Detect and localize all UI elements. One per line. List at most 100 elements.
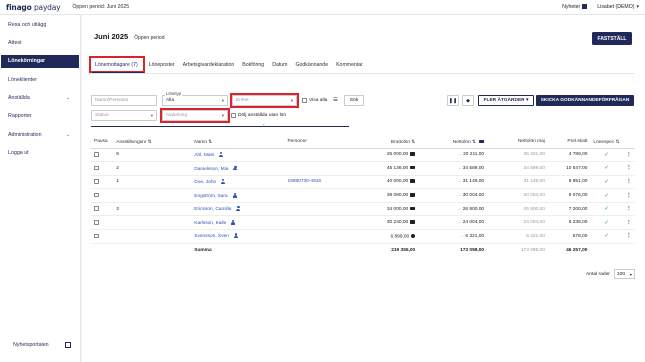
payroll-type-select[interactable]: Alla ▾ (162, 95, 228, 106)
news-icon (582, 4, 588, 10)
sidebar-item-resa[interactable]: Resa och utlägg (0, 18, 80, 31)
personnr (284, 202, 376, 217)
check-icon: ✓ (604, 192, 609, 199)
net-salary: 6 321,00 (465, 233, 485, 239)
more-options-icon[interactable]: ⋮ (626, 152, 632, 158)
net-salary-may: 31 149,00 (487, 175, 548, 190)
check-icon: ✓ (604, 165, 609, 172)
tab-godkannande[interactable]: Godkännande (291, 60, 332, 70)
news-portal-link[interactable]: Nyhetsportalen (13, 342, 71, 348)
more-options-icon[interactable]: ⋮ (626, 220, 632, 226)
pause-checkbox[interactable] (94, 206, 99, 211)
net-salary: 24 004,00 (462, 220, 485, 226)
gross-salary: 30 240,00 (386, 220, 409, 226)
pause-checkbox[interactable] (94, 233, 99, 239)
employee-name[interactable]: Engström, Sara (194, 193, 227, 198)
pause-checkbox[interactable] (94, 179, 99, 184)
tag-icon[interactable]: ◆ (462, 95, 474, 106)
table-row[interactable]: Svensson, Sven 6 899,00 → 6 321,00 6 321… (91, 229, 635, 244)
pause-checkbox[interactable] (94, 220, 99, 225)
table-row[interactable]: 2 Danielsson, Mia 45 136,00 → 34 589,00 … (91, 161, 635, 176)
col-personnr[interactable]: Personnr (284, 136, 376, 149)
sum-net-may: 173 098,00 (520, 247, 545, 253)
status-select[interactable]: Status ▾ (91, 110, 157, 121)
col-namn[interactable]: Namn ⇅ (191, 136, 285, 149)
gross-salary: 38 080,00 (386, 193, 409, 199)
table-header-row: Pausa Anställningsnr ⇅ Namn ⇅ Personnr B… (91, 136, 635, 149)
search-button[interactable]: Sök (344, 95, 364, 106)
highlight-box (89, 56, 145, 73)
sidebar-item-administration[interactable]: Administration ⌄ (0, 128, 80, 141)
more-options-icon[interactable]: ⋮ (626, 179, 632, 185)
top-bar: finago payday Öppen period: Juni 2025 Ny… (0, 0, 645, 15)
cash-icon (410, 165, 416, 170)
sidebar-item-rapporter[interactable]: Rapporter (0, 110, 80, 123)
pause-checkbox[interactable] (94, 165, 99, 171)
personnr[interactable]: 19950730-4916 (284, 175, 376, 190)
sidebar-item-anstallda[interactable]: Anställda ⌄ (0, 92, 80, 105)
sum-tax: 46 257,00 (566, 247, 588, 253)
more-options-icon[interactable]: ⋮ (626, 233, 632, 239)
hide-no-salary-label: Dölj anställda utan lön (238, 113, 287, 118)
employee-name[interactable]: Ericsson, Camilla (194, 207, 231, 212)
more-actions-button[interactable]: FLER ÅTGÄRDER ▾ (478, 95, 534, 106)
hide-no-salary-checkbox[interactable] (231, 113, 236, 118)
sidebar-item-loneklienter[interactable]: Löneklienter (0, 73, 80, 86)
highlight-box (230, 93, 299, 108)
table-row[interactable]: Engström, Sara 38 080,00 → 30 004,00 30 … (91, 188, 635, 203)
pause-icon[interactable]: ❚❚ (447, 95, 459, 106)
personnr (284, 161, 376, 176)
person-icon (231, 219, 236, 225)
tab-loneposter[interactable]: Löneposter (145, 60, 179, 70)
employee-name[interactable]: Danielsson, Mia (194, 166, 228, 171)
user-menu[interactable]: Lisabet (DEMO) ▾ (597, 4, 639, 10)
employee-number: 1 (113, 175, 192, 190)
col-bruttolon[interactable]: Bruttolön ⇅ (375, 136, 419, 149)
sidebar-item-lonekorningar[interactable]: Lönekörningar (1, 54, 79, 68)
col-pausa[interactable]: Pausa (91, 136, 114, 149)
tab-bokforing[interactable]: Bokföring (238, 60, 268, 70)
table-row[interactable]: 3 Ericsson, Camilla 34 000,00 → 26 800,0… (91, 202, 635, 217)
pause-checkbox[interactable] (94, 152, 99, 157)
more-options-icon[interactable]: ⋮ (626, 206, 632, 212)
employee-name[interactable]: Doe, John (194, 180, 216, 185)
employee-number (113, 229, 192, 244)
net-salary-may: 24 004,00 (487, 215, 548, 231)
table-row[interactable]: 6 Ahl, Mats 25 000,00 → 20 211,00 35 331… (91, 148, 635, 163)
tab-datum[interactable]: Datum (268, 60, 291, 70)
name-search-input[interactable]: Namn/Personnr (91, 95, 157, 106)
col-nettolon[interactable]: Nettolön ⇅ (418, 136, 488, 149)
chevron-down-icon: ⌄ (65, 131, 70, 138)
filter-clear-icon[interactable]: ☰ (333, 97, 338, 103)
col-nettolon-maj[interactable]: Nettolön maj (487, 136, 548, 149)
more-options-icon[interactable]: ⋮ (626, 193, 632, 199)
check-icon: ✓ (604, 178, 609, 185)
chevron-down-icon: ▾ (629, 271, 632, 277)
pause-checkbox[interactable] (94, 192, 99, 198)
employee-name[interactable]: Svensson, Sven (194, 234, 229, 239)
employee-name[interactable]: Ahl, Mats (194, 153, 214, 158)
rows-per-page-select[interactable]: 100 ▾ (613, 269, 635, 279)
send-approval-request-button[interactable]: SKICKA GODKÄNNANDEFÖRFRÅGAN (536, 95, 634, 106)
show-all-checkbox[interactable] (302, 98, 307, 103)
col-anstallningsnr[interactable]: Anställningsnr ⇅ (113, 136, 192, 149)
finalize-button[interactable]: FASTSTÄLL (592, 32, 632, 45)
news-link[interactable]: Nyheter (562, 4, 588, 10)
col-actions (622, 136, 635, 149)
col-lonespec[interactable]: Lönespec ⇅ (590, 136, 623, 149)
more-options-icon[interactable]: ⋮ (626, 165, 632, 171)
tab-arbetsgivardeklaration[interactable]: Arbetsgivardeklaration (179, 60, 239, 70)
sidebar: Resa och utlägg Attest Lönekörningar Lön… (0, 15, 81, 362)
col-prel-skatt[interactable]: Prel.skatt (547, 136, 591, 149)
sidebar-item-attest[interactable]: Attest (0, 36, 80, 49)
personnr (284, 215, 376, 231)
sidebar-item-logout[interactable]: Logga ut (0, 147, 80, 160)
sum-row: Summa 219 355,00 173 098,00 173 098,00 4… (91, 243, 635, 257)
table-row[interactable]: Karlsson, Kalle 30 240,00 → 24 004,00 24… (91, 215, 635, 231)
collapse-filters-icon[interactable]: ⌃ (262, 123, 265, 128)
table-row[interactable]: 1 Doe, John 19950730-4916 40 000,00 → 31… (91, 175, 635, 190)
tab-kommentar[interactable]: Kommentar (332, 60, 367, 70)
check-icon: ✓ (604, 206, 609, 213)
finago-logo[interactable]: finago payday (6, 3, 61, 12)
employee-name[interactable]: Karlsson, Kalle (194, 221, 226, 226)
